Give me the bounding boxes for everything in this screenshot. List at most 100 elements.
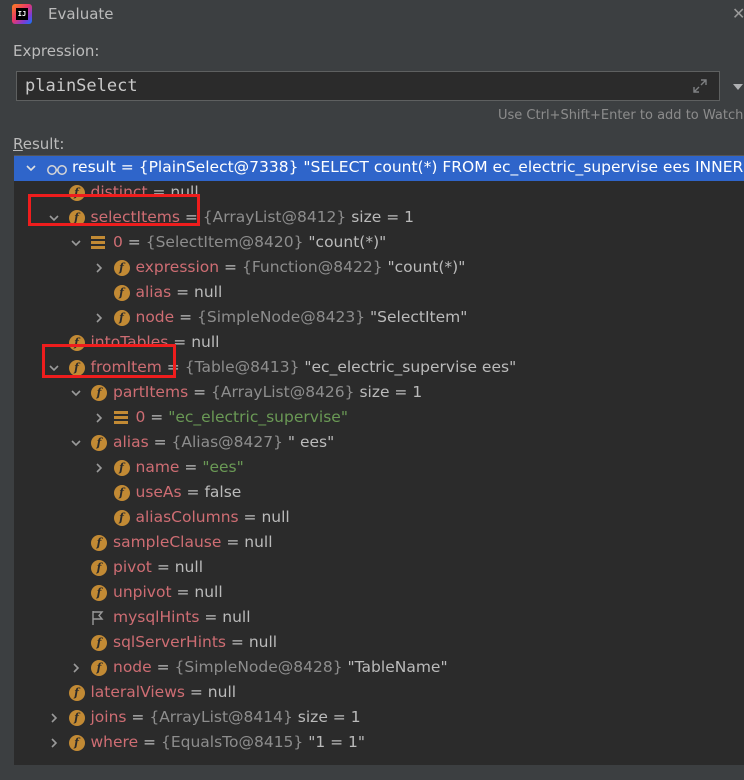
watches-hint: Use Ctrl+Shift+Enter to add to Watches [498, 108, 744, 123]
tree-row[interactable]: f aliasColumns = null [14, 506, 744, 531]
expression-label: Expression: [13, 42, 100, 60]
tree-row[interactable]: f node = {SimpleNode@8423} "SelectItem" [14, 306, 744, 331]
field-name: node [113, 658, 152, 676]
field-name: 0 [113, 233, 123, 251]
chevron-right-icon[interactable] [92, 261, 106, 275]
chevron-down-icon[interactable] [69, 436, 83, 450]
field-value: size = 1 [351, 208, 414, 226]
tree-row[interactable]: 0 = "ec_electric_supervise" [14, 406, 744, 431]
tree-row[interactable]: f sampleClause = null [14, 531, 744, 556]
tree-row[interactable]: f partItems = {ArrayList@8426} size = 1 [14, 381, 744, 406]
tree-row[interactable]: f alias = null [14, 281, 744, 306]
tree-row[interactable]: result = {PlainSelect@7338} "SELECT coun… [14, 156, 744, 181]
watch-glasses-icon [46, 162, 68, 175]
field-name: node [135, 308, 175, 326]
chevron-right-icon[interactable] [92, 411, 106, 425]
close-icon[interactable]: ✕ [732, 4, 744, 23]
chevron-down-icon[interactable] [24, 161, 38, 175]
tree-row-text: partItems = {ArrayList@8426} size = 1 [113, 383, 423, 401]
tree-row[interactable]: f name = "ees" [14, 456, 744, 481]
history-dropdown-button[interactable] [728, 71, 744, 101]
tree-row[interactable]: f lateralViews = null [14, 681, 744, 706]
chevron-right-icon[interactable] [47, 711, 61, 725]
field-value: "count(*)" [308, 233, 387, 251]
chevron-down-icon[interactable] [69, 386, 83, 400]
expand-icon[interactable] [691, 77, 709, 95]
chevron-right-icon[interactable] [69, 661, 83, 675]
tree-row-text: expression = {Function@8422} "count(*)" [135, 258, 466, 276]
field-name: lateralViews [90, 683, 185, 701]
highlight-box-fromitem [42, 344, 176, 378]
chevron-right-icon[interactable] [92, 311, 106, 325]
tree-row-text: result = {PlainSelect@7338} "SELECT coun… [72, 158, 744, 176]
field-icon: f [113, 285, 130, 301]
tree-row[interactable]: f useAs = false [14, 481, 744, 506]
string-value: "ees" [202, 458, 244, 476]
field-value: false [204, 483, 242, 501]
field-value: " ees" [287, 433, 335, 451]
horizontal-scrollbar[interactable] [14, 765, 744, 780]
window-title: Evaluate [48, 5, 114, 23]
field-name: alias [135, 283, 172, 301]
tree-row[interactable]: mysqlHints = null [14, 606, 744, 631]
field-name: mysqlHints [113, 608, 200, 626]
tree-row-text: alias = {Alias@8427} " ees" [113, 433, 335, 451]
expression-input[interactable]: plainSelect [16, 71, 720, 101]
tree-row-text: useAs = false [135, 483, 242, 501]
field-icon: f [113, 310, 130, 326]
object-ref: {SimpleNode@8428} [174, 658, 348, 676]
tree-row[interactable]: f unpivot = null [14, 581, 744, 606]
object-ref: {Table@8413} [184, 358, 305, 376]
tree-row-text: where = {EqualsTo@8415} "1 = 1" [90, 733, 366, 751]
tree-row-text: unpivot = null [113, 583, 223, 601]
tree-row-text: sampleClause = null [113, 533, 273, 551]
field-value: "ec_electric_supervise ees" [304, 358, 517, 376]
object-ref: {ArrayList@8426} [211, 383, 360, 401]
field-name: alias [113, 433, 149, 451]
tree-row-text: lateralViews = null [90, 683, 237, 701]
tree-row-text: name = "ees" [135, 458, 244, 476]
field-value: size = 1 [297, 708, 361, 726]
tree-row[interactable]: f expression = {Function@8422} "count(*)" [14, 256, 744, 281]
tree-row[interactable]: f joins = {ArrayList@8414} size = 1 [14, 706, 744, 731]
field-value: null [261, 508, 290, 526]
tree-row[interactable]: 0 = {SelectItem@8420} "count(*)" [14, 231, 744, 256]
string-value: "ec_electric_supervise" [168, 408, 348, 426]
tree-row[interactable]: f pivot = null [14, 556, 744, 581]
field-name: aliasColumns [135, 508, 239, 526]
field-value: null [194, 583, 223, 601]
field-name: pivot [113, 558, 152, 576]
object-ref: {ArrayList@8414} [149, 708, 298, 726]
object-ref: {ArrayList@8412} [202, 208, 352, 226]
highlight-box-selectitems [28, 194, 200, 226]
field-icon: f [91, 560, 107, 576]
object-ref: {Alias@8427} [171, 433, 288, 451]
field-value: "count(*)" [387, 258, 466, 276]
field-value: "SelectItem" [370, 308, 468, 326]
field-icon: f [68, 710, 85, 726]
field-name: result [72, 158, 116, 176]
array-element-icon [113, 411, 128, 425]
field-value: null [194, 283, 223, 301]
result-tree[interactable]: result = {PlainSelect@7338} "SELECT coun… [14, 155, 744, 766]
field-value: size = 1 [359, 383, 423, 401]
chevron-right-icon[interactable] [92, 461, 106, 475]
tree-row-text: alias = null [135, 283, 223, 301]
field-icon: f [91, 535, 107, 551]
field-name: partItems [113, 383, 189, 401]
tree-row-text: joins = {ArrayList@8414} size = 1 [90, 708, 361, 726]
field-name: where [90, 733, 139, 751]
field-name: joins [90, 708, 127, 726]
field-value: "TableName" [347, 658, 448, 676]
tree-row[interactable]: f sqlServerHints = null [14, 631, 744, 656]
chevron-right-icon[interactable] [47, 736, 61, 750]
field-icon: f [91, 635, 107, 651]
tree-row[interactable]: f node = {SimpleNode@8428} "TableName" [14, 656, 744, 681]
chevron-down-icon[interactable] [69, 236, 83, 250]
field-name: expression [135, 258, 220, 276]
expression-value[interactable]: plainSelect [25, 76, 138, 96]
chevron-down-icon [733, 84, 743, 90]
tree-row[interactable]: f where = {EqualsTo@8415} "1 = 1" [14, 731, 744, 756]
field-icon: f [113, 260, 130, 276]
tree-row[interactable]: f alias = {Alias@8427} " ees" [14, 431, 744, 456]
